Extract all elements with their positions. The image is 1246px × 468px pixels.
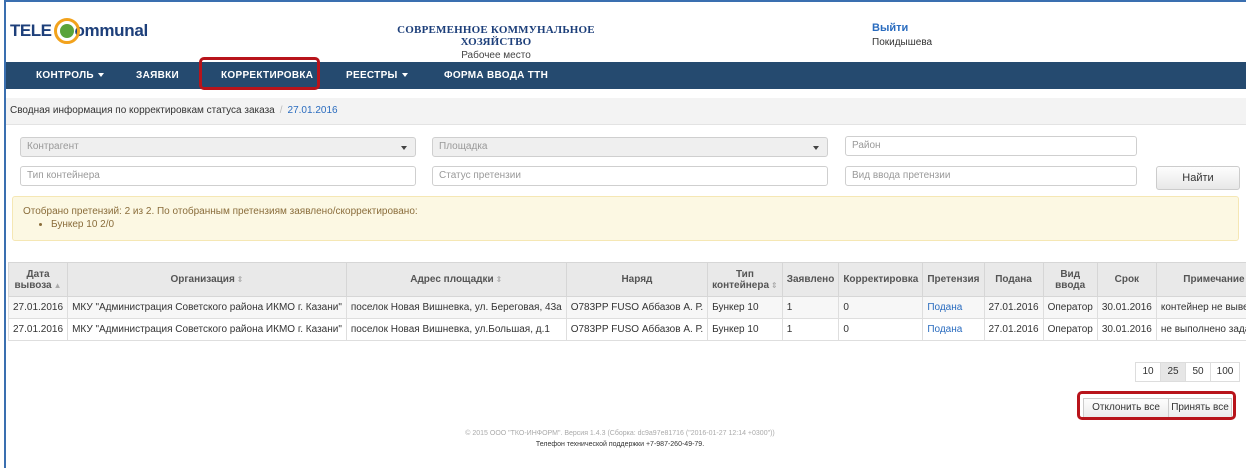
breadcrumb-date[interactable]: 27.01.2016 bbox=[288, 105, 338, 116]
status-pretenzii-input[interactable]: Статус претензии bbox=[432, 166, 828, 186]
sort-icon: ⇕ bbox=[771, 280, 778, 290]
breadcrumb: Сводная информация по корректировкам ста… bbox=[6, 98, 1246, 125]
cell-vid-vvoda: Оператор bbox=[1042, 296, 1098, 319]
nav-reestry-label: Реестры bbox=[346, 70, 398, 81]
nav-zayavki-label: Заявки bbox=[136, 70, 179, 81]
highlight-frame-korrektirovka bbox=[199, 57, 320, 90]
col-header-zayavleno: Заявлено bbox=[781, 262, 840, 297]
col-header-tip-konteinera[interactable]: Тип контейнера ⇕ bbox=[707, 262, 783, 297]
ploshchadka-placeholder: Площадка bbox=[439, 141, 488, 152]
col-header-naryad: Наряд bbox=[565, 262, 709, 297]
sort-asc-icon: ▲ bbox=[53, 280, 62, 290]
system-title-block: СОВРЕМЕННОЕ КОММУНАЛЬНОЕ ХОЗЯЙСТВО Рабоч… bbox=[380, 24, 612, 61]
table-row[interactable]: 27.01.2016 МКУ "Администрация Советского… bbox=[7, 318, 1246, 341]
page-size-50[interactable]: 50 bbox=[1185, 362, 1211, 382]
find-button[interactable]: Найти bbox=[1156, 166, 1240, 190]
cell-adres: поселок Новая Вишневка, ул.Большая, д.1 bbox=[345, 318, 567, 341]
logo-tele-text: TELE bbox=[10, 21, 52, 40]
cell-primechanie: не выполнено задание bbox=[1155, 318, 1246, 341]
col-header-data-vyvoza[interactable]: Дата вывоза ▲ bbox=[7, 262, 69, 297]
main-navbar: Контроль Заявки Корректировка Реестры Фо… bbox=[6, 62, 1246, 89]
cell-korrektirovka: 0 bbox=[838, 318, 924, 341]
cell-tip-konteinera: Бункер 10 bbox=[707, 296, 783, 319]
system-title: СОВРЕМЕННОЕ КОММУНАЛЬНОЕ ХОЗЯЙСТВО bbox=[397, 24, 595, 48]
col-header-podana: Подана bbox=[983, 262, 1044, 297]
cell-zayavleno: 1 bbox=[781, 318, 840, 341]
footer-support-phone: Телефон технической поддержки +7-987-260… bbox=[535, 441, 705, 448]
breadcrumb-page: Сводная информация по корректировкам ста… bbox=[10, 105, 275, 116]
footer: © 2015 ООО "ТКО-ИНФОРМ". Версия 1.4.3 (С… bbox=[380, 430, 860, 448]
cell-data-vyvoza: 27.01.2016 bbox=[7, 318, 69, 341]
page-size-10[interactable]: 10 bbox=[1135, 362, 1161, 382]
page-size-selector: 10 25 50 100 bbox=[1135, 362, 1240, 382]
sort-icon: ⇕ bbox=[495, 275, 503, 284]
system-subtitle: Рабочее место bbox=[461, 50, 531, 61]
nav-kontrol[interactable]: Контроль bbox=[36, 62, 104, 89]
sort-icon: ⇕ bbox=[236, 275, 244, 284]
alert-item: Бункер 10 2/0 bbox=[51, 219, 1228, 230]
highlight-frame-actions bbox=[1077, 391, 1236, 420]
cell-organizaciya: МКУ "Администрация Советского района ИКМ… bbox=[67, 318, 347, 341]
nav-zayavki[interactable]: Заявки bbox=[136, 62, 179, 89]
logout-link[interactable]: Выйти bbox=[872, 22, 932, 34]
col-header-korrektirovka: Корректировка bbox=[838, 262, 924, 297]
status-pretenzii-placeholder: Статус претензии bbox=[439, 170, 521, 181]
cell-organizaciya: МКУ "Администрация Советского района ИКМ… bbox=[67, 296, 347, 319]
cell-tip-konteinera: Бункер 10 bbox=[707, 318, 783, 341]
cell-korrektirovka: 0 bbox=[838, 296, 924, 319]
alert-text: Отобрано претензий: 2 из 2. По отобранны… bbox=[23, 206, 418, 217]
cell-pretenziya-link[interactable]: Подана bbox=[922, 318, 985, 341]
top-header: TELE ommunal СОВРЕМЕННОЕ КОММУНАЛЬНОЕ ХО… bbox=[6, 2, 1246, 62]
user-block: Выйти Покидышева bbox=[872, 22, 932, 48]
vid-vvoda-placeholder: Вид ввода претензии bbox=[852, 170, 951, 181]
logo[interactable]: TELE ommunal bbox=[10, 16, 148, 46]
chevron-down-icon bbox=[813, 146, 819, 150]
ploshchadka-select[interactable]: Площадка bbox=[432, 137, 828, 157]
cell-podana: 27.01.2016 bbox=[983, 318, 1044, 341]
nav-forma-ttn[interactable]: Форма ввода ТТН bbox=[444, 62, 548, 89]
chevron-down-icon bbox=[97, 73, 104, 78]
kontragent-placeholder: Контрагент bbox=[27, 141, 79, 152]
raion-input[interactable]: Район bbox=[845, 136, 1137, 156]
col-header-vid-vvoda: Вид ввода bbox=[1042, 262, 1098, 297]
tip-konteinera-placeholder: Тип контейнера bbox=[27, 170, 100, 181]
summary-alert: Отобрано претензий: 2 из 2. По отобранны… bbox=[12, 196, 1239, 241]
col-header-pretenziya: Претензия bbox=[922, 262, 985, 297]
raion-placeholder: Район bbox=[852, 140, 881, 151]
chevron-down-icon bbox=[401, 146, 407, 150]
nav-kontrol-label: Контроль bbox=[36, 70, 94, 81]
vid-vvoda-input[interactable]: Вид ввода претензии bbox=[845, 166, 1137, 186]
cell-zayavleno: 1 bbox=[781, 296, 840, 319]
col-header-adres[interactable]: Адрес площадки ⇕ bbox=[345, 262, 567, 297]
col-header-srok: Срок bbox=[1096, 262, 1157, 297]
logo-communal-text: ommunal bbox=[74, 21, 148, 40]
col-header-organizaciya[interactable]: Организация ⇕ bbox=[67, 262, 347, 297]
cell-srok: 30.01.2016 bbox=[1096, 318, 1157, 341]
table-header-row: Дата вывоза ▲ Организация ⇕ Адрес площадки… bbox=[7, 262, 1246, 297]
chevron-down-icon bbox=[401, 73, 408, 78]
kontragent-select[interactable]: Контрагент bbox=[20, 137, 416, 157]
nav-forma-ttn-label: Форма ввода ТТН bbox=[444, 70, 549, 81]
col-header-primechanie: Примечание bbox=[1155, 262, 1246, 297]
cell-vid-vvoda: Оператор bbox=[1042, 318, 1098, 341]
cell-data-vyvoza: 27.01.2016 bbox=[7, 296, 69, 319]
table-row[interactable]: 27.01.2016 МКУ "Администрация Советского… bbox=[7, 296, 1246, 319]
cell-adres: поселок Новая Вишневка, ул. Береговая, 4… bbox=[345, 296, 567, 319]
nav-reestry[interactable]: Реестры bbox=[346, 62, 408, 89]
cell-pretenziya-link[interactable]: Подана bbox=[922, 296, 985, 319]
cell-naryad: О783РР FUSO Аббазов А. Р. bbox=[565, 318, 709, 341]
page-size-25[interactable]: 25 bbox=[1160, 362, 1186, 382]
user-name: Покидышева bbox=[872, 37, 933, 48]
cell-naryad: О783РР FUSO Аббазов А. Р. bbox=[565, 296, 709, 319]
cell-srok: 30.01.2016 bbox=[1096, 296, 1157, 319]
page-size-100[interactable]: 100 bbox=[1210, 362, 1240, 382]
footer-copyright: © 2015 ООО "ТКО-ИНФОРМ". Версия 1.4.3 (С… bbox=[465, 430, 775, 437]
tip-konteinera-input[interactable]: Тип контейнера bbox=[20, 166, 416, 186]
cell-podana: 27.01.2016 bbox=[983, 296, 1044, 319]
claims-table: Дата вывоза ▲ Организация ⇕ Адрес площадки… bbox=[7, 262, 1246, 341]
cell-primechanie: контейнер не вывезен bbox=[1155, 296, 1246, 319]
